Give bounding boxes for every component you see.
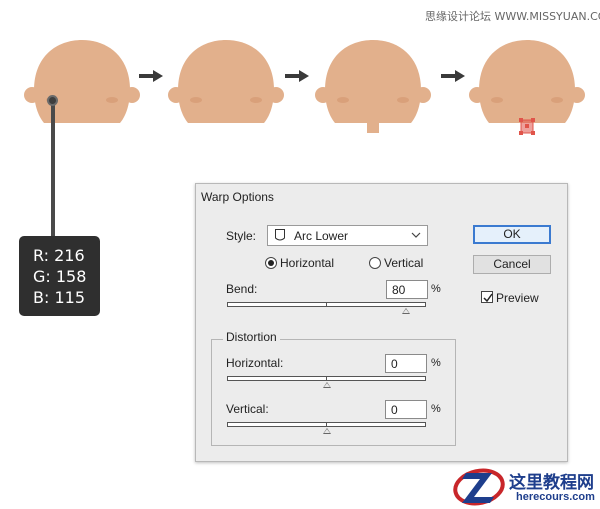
head-step-1 (22, 38, 142, 128)
bend-percent: % (431, 283, 441, 295)
eyedropper-sample-dot (47, 95, 58, 106)
horizontal-radio[interactable] (265, 257, 277, 269)
head-step-2 (166, 38, 286, 128)
ok-button[interactable]: OK (473, 225, 551, 244)
distortion-vertical-slider[interactable] (227, 422, 426, 427)
preview-checkbox[interactable] (481, 291, 493, 303)
bend-slider[interactable] (227, 302, 426, 307)
color-value-callout: R: 216 G: 158 B: 115 (19, 236, 100, 316)
head-step-3 (313, 38, 433, 138)
bend-slider-thumb[interactable] (402, 308, 411, 314)
bend-label: Bend: (226, 282, 258, 296)
horizontal-radio-label: Horizontal (280, 256, 335, 270)
chevron-down-icon (411, 232, 421, 238)
color-g-value: G: 158 (33, 267, 87, 286)
logo-chinese-text: 这里教程网 (509, 473, 594, 493)
color-r-value: R: 216 (33, 246, 85, 265)
vertical-radio-label: Vertical (384, 256, 424, 270)
vertical-radio[interactable] (369, 257, 381, 269)
dialog-title: Warp Options (201, 190, 274, 204)
head-progression (0, 28, 600, 148)
arc-lower-doc-icon (275, 229, 285, 241)
bend-input[interactable]: 80 (386, 280, 428, 299)
cancel-button[interactable]: Cancel (473, 255, 551, 274)
site-logo: 这里教程网 herecours.com (452, 463, 600, 509)
arrow-right-icon (285, 70, 309, 82)
arrow-right-icon (441, 70, 465, 82)
preview-label: Preview (496, 291, 539, 305)
logo-english-text: herecours.com (516, 491, 595, 503)
style-select[interactable]: Arc Lower (267, 225, 428, 246)
callout-pointer-line (51, 99, 55, 237)
watermark: 思缘设计论坛 WWW.MISSYUAN.COM (425, 10, 600, 23)
style-label: Style: (226, 229, 257, 243)
distortion-vertical-input[interactable]: 0 (385, 400, 427, 419)
distortion-vertical-percent: % (431, 403, 441, 415)
distortion-vertical-thumb[interactable] (322, 428, 331, 434)
checkmark-icon (483, 293, 493, 303)
distortion-title: Distortion (223, 330, 280, 344)
distortion-horizontal-slider[interactable] (227, 376, 426, 381)
distortion-horizontal-label: Horizontal: (226, 356, 284, 370)
distortion-vertical-label: Vertical: (226, 402, 269, 416)
arrow-right-icon (139, 70, 163, 82)
color-b-value: B: 115 (33, 288, 85, 307)
distortion-horizontal-percent: % (431, 357, 441, 369)
logo-z-emblem-icon (453, 468, 505, 506)
head-step-4 (467, 38, 587, 143)
distortion-horizontal-input[interactable]: 0 (385, 354, 427, 373)
distortion-horizontal-thumb[interactable] (322, 382, 331, 388)
warp-options-dialog: Warp Options Style: Arc Lower Horizontal… (195, 183, 568, 462)
style-select-value: Arc Lower (294, 229, 349, 243)
